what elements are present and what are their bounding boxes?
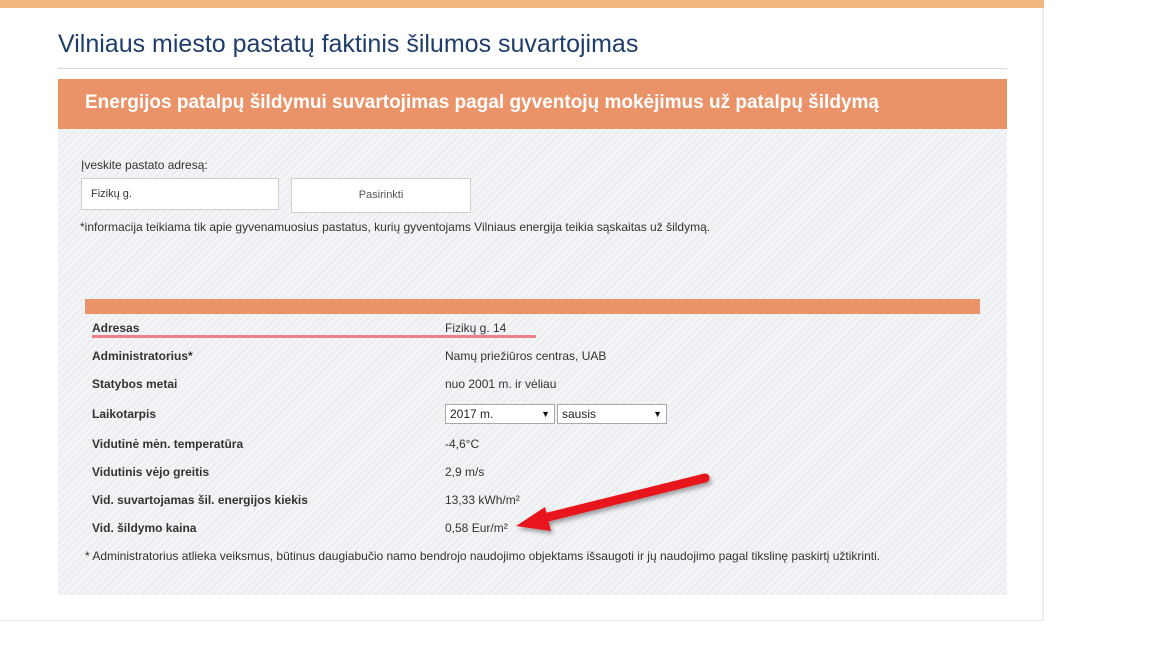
detail-row-administrator: Administratorius* Namų priežiūros centra… bbox=[92, 347, 712, 367]
dropdown-arrow-icon: ▼ bbox=[541, 409, 550, 419]
detail-row-build-year: Statybos metai nuo 2001 m. ir vėliau bbox=[92, 375, 712, 395]
month-select[interactable]: sausis ▼ bbox=[557, 404, 667, 424]
detail-row-energy: Vid. suvartojamas šil. energijos kiekis … bbox=[92, 491, 712, 511]
build-year-label: Statybos metai bbox=[92, 377, 178, 391]
administrator-value: Namų priežiūros centras, UAB bbox=[445, 349, 607, 363]
energy-label: Vid. suvartojamas šil. energijos kiekis bbox=[92, 493, 308, 507]
detail-row-temperature: Vidutinė mėn. temperatūra -4,6°C bbox=[92, 435, 712, 455]
month-select-value: sausis bbox=[562, 407, 597, 421]
address-row-label: Adresas bbox=[92, 321, 140, 335]
administrator-label: Administratorius* bbox=[92, 349, 193, 363]
title-divider bbox=[58, 68, 1007, 69]
detail-row-price: Vid. šildymo kaina 0,58 Eur/m² bbox=[92, 519, 712, 539]
temperature-value: -4,6°C bbox=[445, 437, 480, 451]
info-note: *informacija teikiama tik apie gyvenamuo… bbox=[80, 220, 711, 234]
result-header-bar bbox=[85, 299, 980, 314]
address-input[interactable]: Fizikų g. bbox=[81, 178, 279, 210]
administrator-footnote: * Administratorius atlieka veiksmus, būt… bbox=[85, 549, 881, 563]
top-accent-bar bbox=[0, 0, 1044, 8]
wind-value: 2,9 m/s bbox=[445, 465, 485, 479]
address-label: Įveskite pastato adresą: bbox=[81, 158, 208, 172]
year-select-value: 2017 m. bbox=[450, 407, 494, 421]
section-heading: Energijos patalpų šildymui suvartojimas … bbox=[85, 92, 879, 113]
consumption-panel: Energijos patalpų šildymui suvartojimas … bbox=[58, 79, 1007, 595]
temperature-label: Vidutinė mėn. temperatūra bbox=[92, 437, 244, 451]
period-label: Laikotarpis bbox=[92, 407, 157, 421]
year-select[interactable]: 2017 m. ▼ bbox=[445, 404, 555, 424]
panel-header: Energijos patalpų šildymui suvartojimas … bbox=[58, 79, 1007, 129]
address-row-value: Fizikų g. 14 bbox=[445, 321, 507, 335]
detail-row-wind: Vidutinis vėjo greitis 2,9 m/s bbox=[92, 463, 712, 483]
content-bottom-line bbox=[0, 620, 1044, 621]
dropdown-arrow-icon: ▼ bbox=[653, 409, 662, 419]
wind-label: Vidutinis vėjo greitis bbox=[92, 465, 210, 479]
price-value: 0,58 Eur/m² bbox=[445, 521, 508, 535]
detail-row-period: Laikotarpis 2017 m. ▼ sausis ▼ bbox=[92, 403, 712, 425]
energy-value: 13,33 kWh/m² bbox=[445, 493, 520, 507]
select-button[interactable]: Pasirinkti bbox=[291, 178, 471, 213]
address-highlight-underline bbox=[92, 335, 536, 338]
price-label: Vid. šildymo kaina bbox=[92, 521, 197, 535]
page-title: Vilniaus miesto pastatų faktinis šilumos… bbox=[58, 30, 639, 58]
content-right-border bbox=[1042, 8, 1044, 620]
build-year-value: nuo 2001 m. ir vėliau bbox=[445, 377, 557, 391]
